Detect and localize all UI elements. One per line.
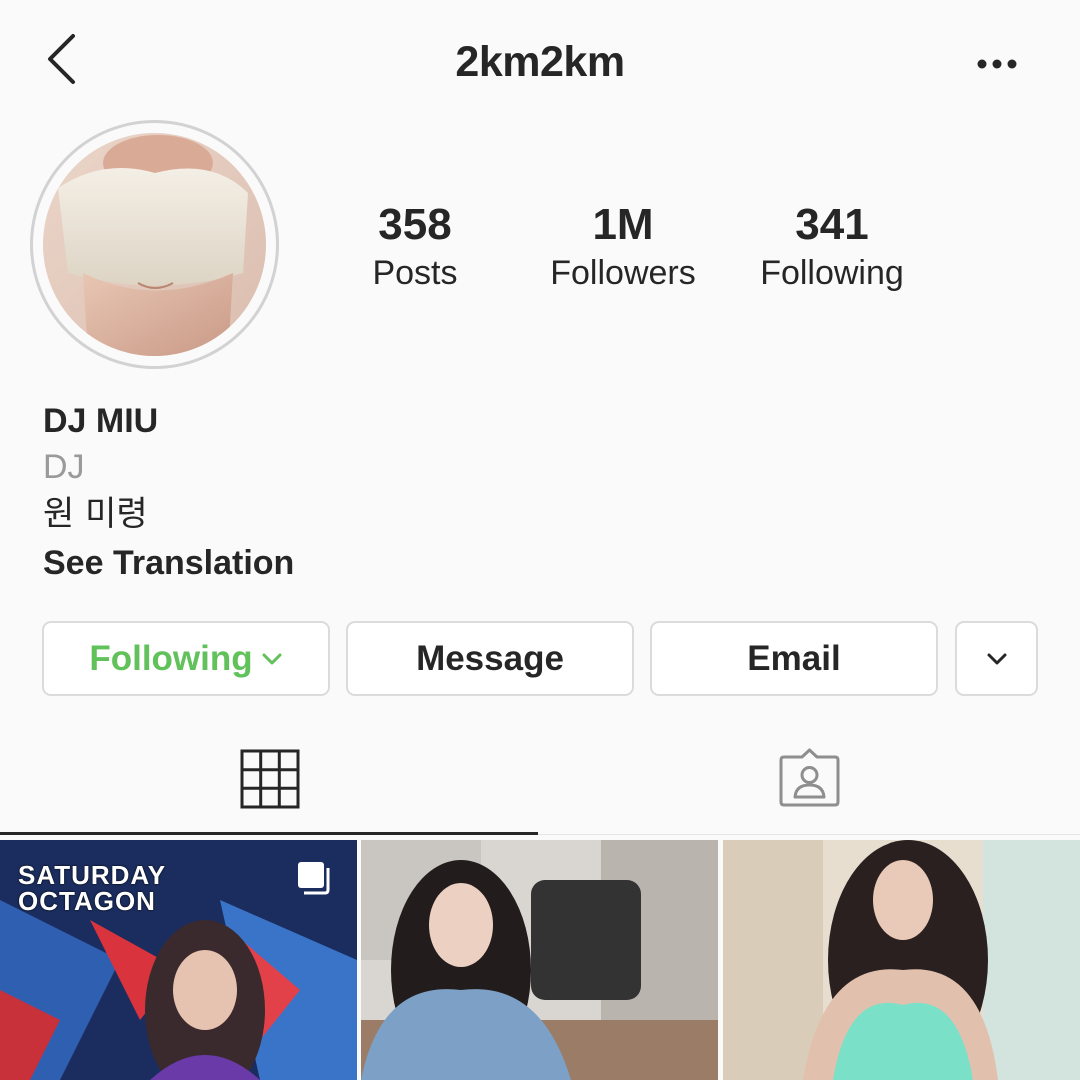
profile-name: DJ MIU	[43, 402, 159, 440]
see-translation-link[interactable]: See Translation	[43, 538, 294, 588]
stat-followers[interactable]: 1M Followers	[523, 198, 723, 294]
suggested-accounts-button[interactable]	[955, 621, 1038, 696]
post-tile[interactable]: SATURDAY OCTAGON	[0, 840, 357, 1080]
followers-count: 1M	[592, 200, 654, 249]
tagged-user-icon	[779, 748, 840, 807]
avatar[interactable]	[43, 133, 266, 356]
top-bar: 2km2km	[0, 0, 1080, 130]
email-button[interactable]: Email	[650, 621, 938, 696]
email-button-label: Email	[747, 638, 841, 678]
following-count: 341	[795, 200, 869, 249]
stat-following[interactable]: 341 Following	[732, 198, 932, 294]
bio-section: DJ MIU DJ 원 미령 See Translation	[43, 398, 294, 588]
following-label: Following	[760, 254, 904, 292]
stat-posts[interactable]: 358 Posts	[315, 198, 515, 294]
post-overlay-text: SATURDAY OCTAGON	[18, 860, 166, 916]
following-button-label: Following	[89, 638, 253, 678]
profile-category: DJ	[43, 448, 85, 486]
chevron-down-icon	[987, 653, 1006, 664]
following-button[interactable]: Following	[42, 621, 330, 696]
more-options-button[interactable]	[970, 46, 1026, 82]
post-tile[interactable]	[723, 840, 1080, 1080]
tab-posts-grid[interactable]	[240, 745, 300, 810]
more-horizontal-icon	[977, 59, 1017, 69]
page-title: 2km2km	[455, 38, 625, 86]
followers-label: Followers	[550, 254, 696, 292]
posts-count: 358	[378, 200, 452, 249]
message-button[interactable]: Message	[346, 621, 634, 696]
grid-icon	[240, 749, 300, 809]
message-button-label: Message	[416, 638, 564, 678]
avatar-ring[interactable]	[30, 120, 279, 369]
bio-text: 원 미령	[43, 494, 148, 534]
chevron-down-icon	[262, 653, 282, 664]
post-tile[interactable]	[361, 840, 718, 1080]
active-tab-indicator	[0, 832, 538, 835]
posts-label: Posts	[372, 254, 458, 292]
multiple-photos-icon	[298, 862, 330, 895]
tab-tagged[interactable]	[778, 745, 841, 808]
